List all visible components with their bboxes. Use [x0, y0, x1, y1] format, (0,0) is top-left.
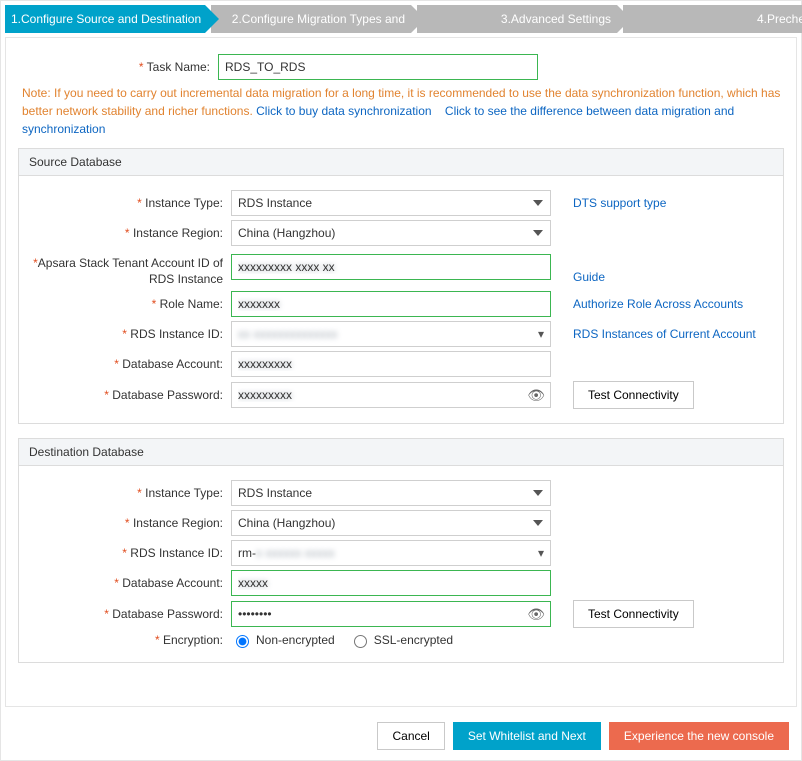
src-role-name-label: Role Name: — [31, 297, 231, 311]
chevron-down-icon: ▾ — [538, 546, 544, 560]
task-name-label: Task Name: — [18, 60, 218, 74]
dst-rds-id-dropdown[interactable]: rm-rm- x xxxxxx xxxxxx xxxxxx xxxxx▾ — [231, 540, 551, 566]
dst-db-password-label: Database Password: — [31, 607, 231, 621]
src-instance-region-select[interactable]: China (Hangzhou) — [231, 220, 551, 246]
buy-sync-link[interactable]: Click to buy data synchronization — [256, 104, 431, 118]
dest-section: Destination Database Instance Type: RDS … — [18, 438, 784, 663]
src-db-password-label: Database Password: — [31, 388, 231, 402]
guide-link[interactable]: Guide — [573, 270, 605, 284]
dst-db-password-input[interactable] — [231, 601, 551, 627]
src-db-account-label: Database Account: — [31, 357, 231, 371]
source-section: Source Database Instance Type: RDS Insta… — [18, 148, 784, 424]
authorize-role-link[interactable]: Authorize Role Across Accounts — [573, 297, 743, 311]
form-shell: Task Name: Note: If you need to carry ou… — [5, 37, 797, 707]
src-instance-type-select[interactable]: RDS Instance — [231, 190, 551, 216]
encryption-non-option[interactable]: Non-encrypted — [231, 632, 335, 648]
src-account-id-input[interactable] — [231, 254, 551, 280]
note: Note: If you need to carry out increment… — [18, 84, 784, 138]
src-rds-id-label: RDS Instance ID: — [31, 327, 231, 341]
dst-db-account-label: Database Account: — [31, 576, 231, 590]
step-3[interactable]: 3.Advanced Settings — [417, 5, 617, 33]
src-rds-id-dropdown[interactable]: xx xxxxxxxxxxxxxx▾ — [231, 321, 551, 347]
dts-support-type-link[interactable]: DTS support type — [573, 196, 666, 210]
encryption-ssl-radio[interactable] — [354, 635, 367, 648]
dst-instance-region-select[interactable]: China (Hangzhou) — [231, 510, 551, 536]
dst-encryption-label: Encryption: — [31, 633, 231, 647]
step-1[interactable]: 1.Configure Source and Destination — [5, 5, 205, 33]
encryption-ssl-option[interactable]: SSL-encrypted — [349, 632, 453, 648]
experience-new-console-button[interactable]: Experience the new console — [609, 722, 789, 750]
src-account-id-label: Apsara Stack Tenant Account ID of RDS In… — [31, 254, 231, 287]
source-title: Source Database — [19, 149, 783, 176]
dst-test-connectivity-button[interactable]: Test Connectivity — [573, 600, 694, 628]
dst-db-account-input[interactable] — [231, 570, 551, 596]
step-2[interactable]: 2.Configure Migration Types and — [211, 5, 411, 33]
src-instance-type-label: Instance Type: — [31, 196, 231, 210]
page-root: 1.Configure Source and Destination 2.Con… — [0, 0, 802, 761]
eye-icon[interactable]: 👁 — [527, 606, 545, 623]
src-test-connectivity-button[interactable]: Test Connectivity — [573, 381, 694, 409]
dest-title: Destination Database — [19, 439, 783, 466]
chevron-down-icon: ▾ — [538, 327, 544, 341]
dst-instance-type-label: Instance Type: — [31, 486, 231, 500]
eye-icon[interactable]: 👁 — [527, 387, 545, 404]
src-db-password-input[interactable] — [231, 382, 551, 408]
footer-actions: Cancel Set Whitelist and Next Experience… — [13, 722, 789, 750]
encryption-non-radio[interactable] — [236, 635, 249, 648]
dst-rds-id-label: RDS Instance ID: — [31, 546, 231, 560]
dst-instance-type-select[interactable]: RDS Instance — [231, 480, 551, 506]
src-db-account-input[interactable] — [231, 351, 551, 377]
task-name-input[interactable] — [218, 54, 538, 80]
src-instance-region-label: Instance Region: — [31, 226, 231, 240]
dst-instance-region-label: Instance Region: — [31, 516, 231, 530]
src-role-name-input[interactable] — [231, 291, 551, 317]
cancel-button[interactable]: Cancel — [377, 722, 444, 750]
rds-current-account-link[interactable]: RDS Instances of Current Account — [573, 327, 756, 341]
step-4[interactable]: 4.Precheck — [623, 5, 802, 33]
wizard-steps: 1.Configure Source and Destination 2.Con… — [5, 5, 797, 33]
set-whitelist-next-button[interactable]: Set Whitelist and Next — [453, 722, 601, 750]
